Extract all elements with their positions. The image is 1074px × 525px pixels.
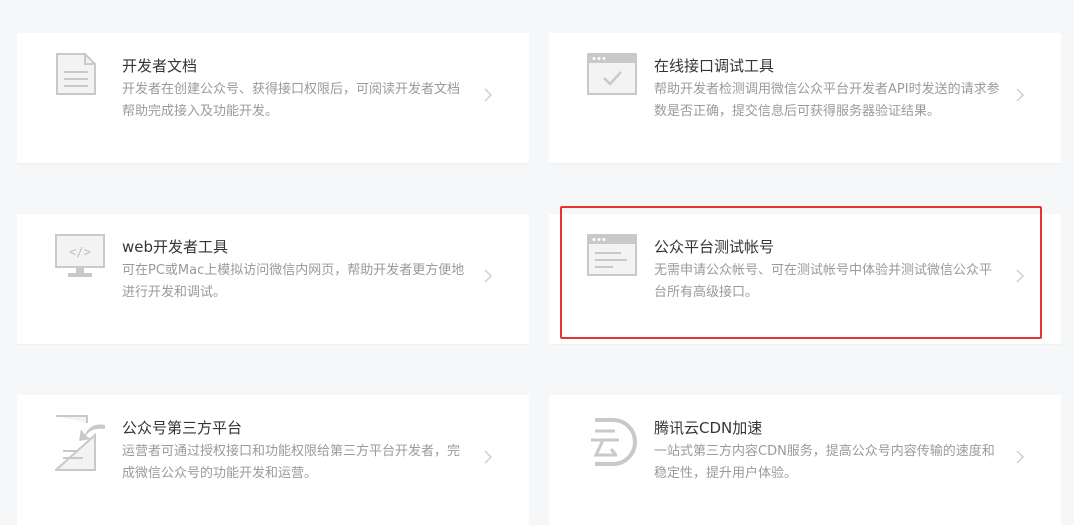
card-title: 腾讯云CDN加速 (654, 419, 763, 437)
card-title: 开发者文档 (122, 57, 198, 75)
chevron-right-icon (1015, 87, 1025, 103)
third-party-platform-icon (53, 415, 107, 471)
card-online-api-debug[interactable]: 在线接口调试工具 帮助开发者检测调用微信公众平台开发者API时发送的请求参数是否… (549, 33, 1061, 163)
card-title: 公众号第三方平台 (122, 419, 243, 437)
card-title: web开发者工具 (122, 238, 229, 256)
card-description: 开发者在创建公众号、获得接口权限后，可阅读开发者文档帮助完成接入及功能开发。 (122, 82, 461, 119)
chevron-right-icon (483, 268, 493, 284)
card-third-party-platform[interactable]: 公众号第三方平台 运营者可通过授权接口和功能权限给第三方平台开发者，完成微信公众… (17, 395, 529, 525)
api-debug-window-icon (587, 53, 637, 95)
tencent-cloud-cdn-icon (587, 415, 639, 467)
document-icon (55, 53, 97, 95)
card-title: 在线接口调试工具 (654, 57, 775, 75)
card-description: 帮助开发者检测调用微信公众平台开发者API时发送的请求参数是否正确，提交信息后可… (654, 82, 1000, 119)
card-test-account[interactable]: 公众平台测试帐号 无需申请公众帐号、可在测试帐号中体验并测试微信公众平台所有高级… (549, 214, 1061, 344)
chevron-right-icon (1015, 449, 1025, 465)
test-account-window-icon (587, 234, 637, 276)
chevron-right-icon (483, 449, 493, 465)
card-description: 无需申请公众帐号、可在测试帐号中体验并测试微信公众平台所有高级接口。 (654, 263, 993, 300)
chevron-right-icon (1015, 268, 1025, 284)
card-developer-docs[interactable]: 开发者文档 开发者在创建公众号、获得接口权限后，可阅读开发者文档帮助完成接入及功… (17, 33, 529, 163)
card-tencent-cloud-cdn[interactable]: 腾讯云CDN加速 一站式第三方内容CDN服务，提高公众号内容传输的速度和稳定性，… (549, 395, 1061, 525)
web-devtools-monitor-icon: </> (55, 234, 105, 278)
chevron-right-icon (483, 87, 493, 103)
card-description: 运营者可通过授权接口和功能权限给第三方平台开发者，完成微信公众号的功能开发和运营… (122, 444, 461, 481)
svg-text:</>: </> (69, 245, 91, 259)
card-description: 可在PC或Mac上模拟访问微信内网页，帮助开发者更方便地进行开发和调试。 (122, 263, 465, 300)
card-description: 一站式第三方内容CDN服务，提高公众号内容传输的速度和稳定性，提升用户体验。 (654, 444, 995, 481)
card-title: 公众平台测试帐号 (654, 238, 775, 256)
card-web-devtools[interactable]: </> web开发者工具 可在PC或Mac上模拟访问微信内网页，帮助开发者更方便… (17, 214, 529, 344)
